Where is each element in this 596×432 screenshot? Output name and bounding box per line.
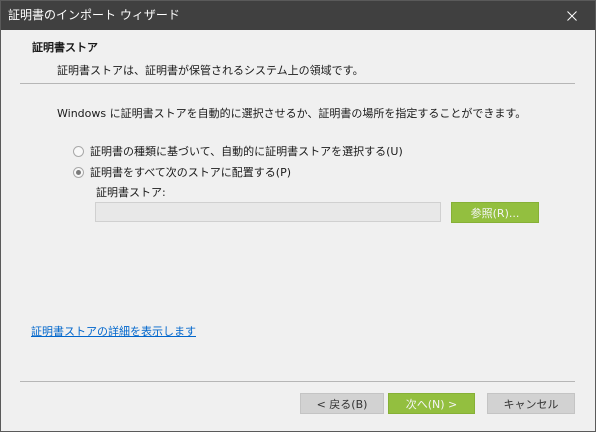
window-title: 証明書のインポート ウィザード — [8, 8, 180, 22]
intro-text: Windows に証明書ストアを自動的に選択させるか、証明書の場所を指定すること… — [57, 107, 527, 120]
radio-button[interactable] — [73, 145, 84, 157]
radio-button[interactable] — [73, 166, 84, 178]
next-button[interactable]: 次へ(N) > — [388, 393, 475, 414]
store-details-link[interactable]: 証明書ストアの詳細を表示します — [31, 325, 196, 339]
header-separator — [20, 83, 575, 84]
page-title: 証明書ストア — [32, 41, 98, 54]
radio-place-in-store[interactable]: 証明書をすべて次のストアに配置する(P) — [73, 165, 291, 179]
wizard-window: 証明書のインポート ウィザード 証明書ストア 証明書ストアは、証明書が保管される… — [0, 0, 596, 432]
certificate-store-input[interactable] — [95, 202, 441, 222]
footer-separator — [20, 381, 575, 382]
close-icon[interactable] — [567, 10, 577, 21]
browse-button[interactable]: 参照(R)... — [451, 202, 539, 223]
title-bar[interactable]: 証明書のインポート ウィザード — [1, 1, 595, 30]
close-button[interactable] — [549, 1, 595, 30]
radio-label: 証明書の種類に基づいて、自動的に証明書ストアを選択する(U) — [90, 145, 403, 158]
back-button[interactable]: < 戻る(B) — [300, 393, 384, 414]
radio-label: 証明書をすべて次のストアに配置する(P) — [90, 166, 292, 179]
page-description: 証明書ストアは、証明書が保管されるシステム上の領域です。 — [57, 64, 364, 77]
radio-auto-select-store[interactable]: 証明書の種類に基づいて、自動的に証明書ストアを選択する(U) — [73, 144, 403, 158]
store-field-label: 証明書ストア: — [96, 186, 166, 199]
cancel-button[interactable]: キャンセル — [487, 393, 575, 414]
